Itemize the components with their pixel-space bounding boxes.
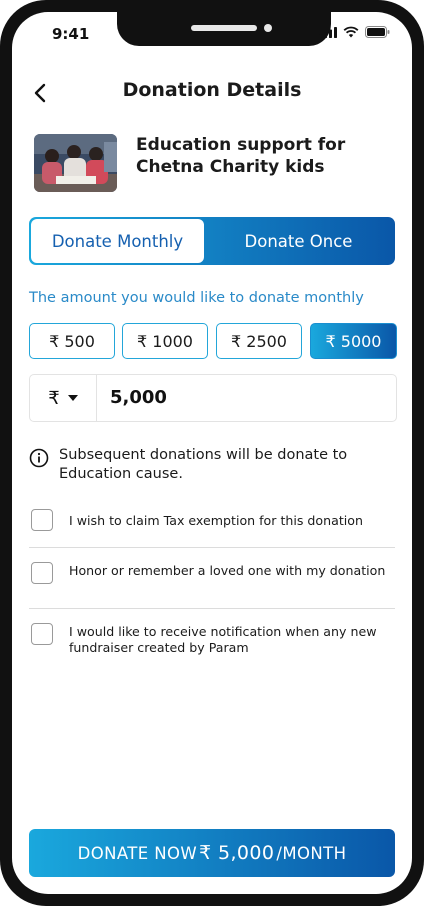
notification-checkbox[interactable] (31, 623, 53, 645)
cta-amount: ₹ 5,000 (199, 842, 275, 864)
info-text: Subsequent donations will be donate to E… (59, 447, 348, 482)
cta-suffix: /MONTH (276, 843, 347, 863)
tax-exemption-checkbox[interactable] (31, 509, 53, 531)
cellular-signal-icon (319, 26, 337, 38)
amount-chip-2500[interactable]: ₹ 2500 (216, 323, 302, 359)
currency-symbol: ₹ (48, 387, 60, 409)
amount-chip-1000[interactable]: ₹ 1000 (122, 323, 208, 359)
battery-icon (365, 26, 390, 38)
app-screen: 9:41 Donation Details Education support … (12, 12, 412, 894)
amount-chip-5000[interactable]: ₹ 5000 (310, 323, 397, 359)
wifi-icon (343, 26, 359, 38)
honor-label: Honor or remember a loved one with my do… (69, 563, 386, 578)
device-notch (117, 12, 331, 46)
amount-label: The amount you would like to donate mont… (29, 290, 364, 306)
amount-chip-500[interactable]: ₹ 500 (29, 323, 115, 359)
currency-select[interactable]: ₹ (30, 375, 97, 421)
amount-options: ₹ 500 ₹ 1000 ₹ 2500 ₹ 5000 (29, 323, 397, 359)
notch-speaker (191, 25, 257, 31)
amount-input[interactable] (110, 387, 370, 408)
notch-camera (264, 24, 272, 32)
page-title: Donation Details (122, 79, 302, 101)
donate-now-button[interactable]: DONATE NOW ₹ 5,000 /MONTH (29, 829, 395, 877)
donate-once-tab[interactable]: Donate Once (204, 219, 393, 263)
caret-down-icon (67, 395, 78, 401)
amount-field: ₹ (29, 374, 397, 422)
cause-title: Education support for Chetna Charity kid… (136, 135, 346, 177)
donate-monthly-tab[interactable]: Donate Monthly (31, 219, 204, 263)
info-icon (29, 448, 49, 468)
tax-exemption-label: I wish to claim Tax exemption for this d… (69, 513, 363, 528)
status-icons (319, 26, 390, 38)
phone-frame: 9:41 Donation Details Education support … (0, 0, 424, 906)
donation-frequency-toggle: Donate Monthly Donate Once (29, 217, 395, 265)
status-time: 9:41 (52, 25, 90, 43)
divider (29, 547, 395, 548)
cta-prefix: DONATE NOW (77, 843, 198, 863)
cause-image (34, 134, 117, 192)
divider (29, 608, 395, 609)
honor-checkbox[interactable] (31, 562, 53, 584)
notification-label: I would like to receive notification whe… (69, 624, 377, 655)
